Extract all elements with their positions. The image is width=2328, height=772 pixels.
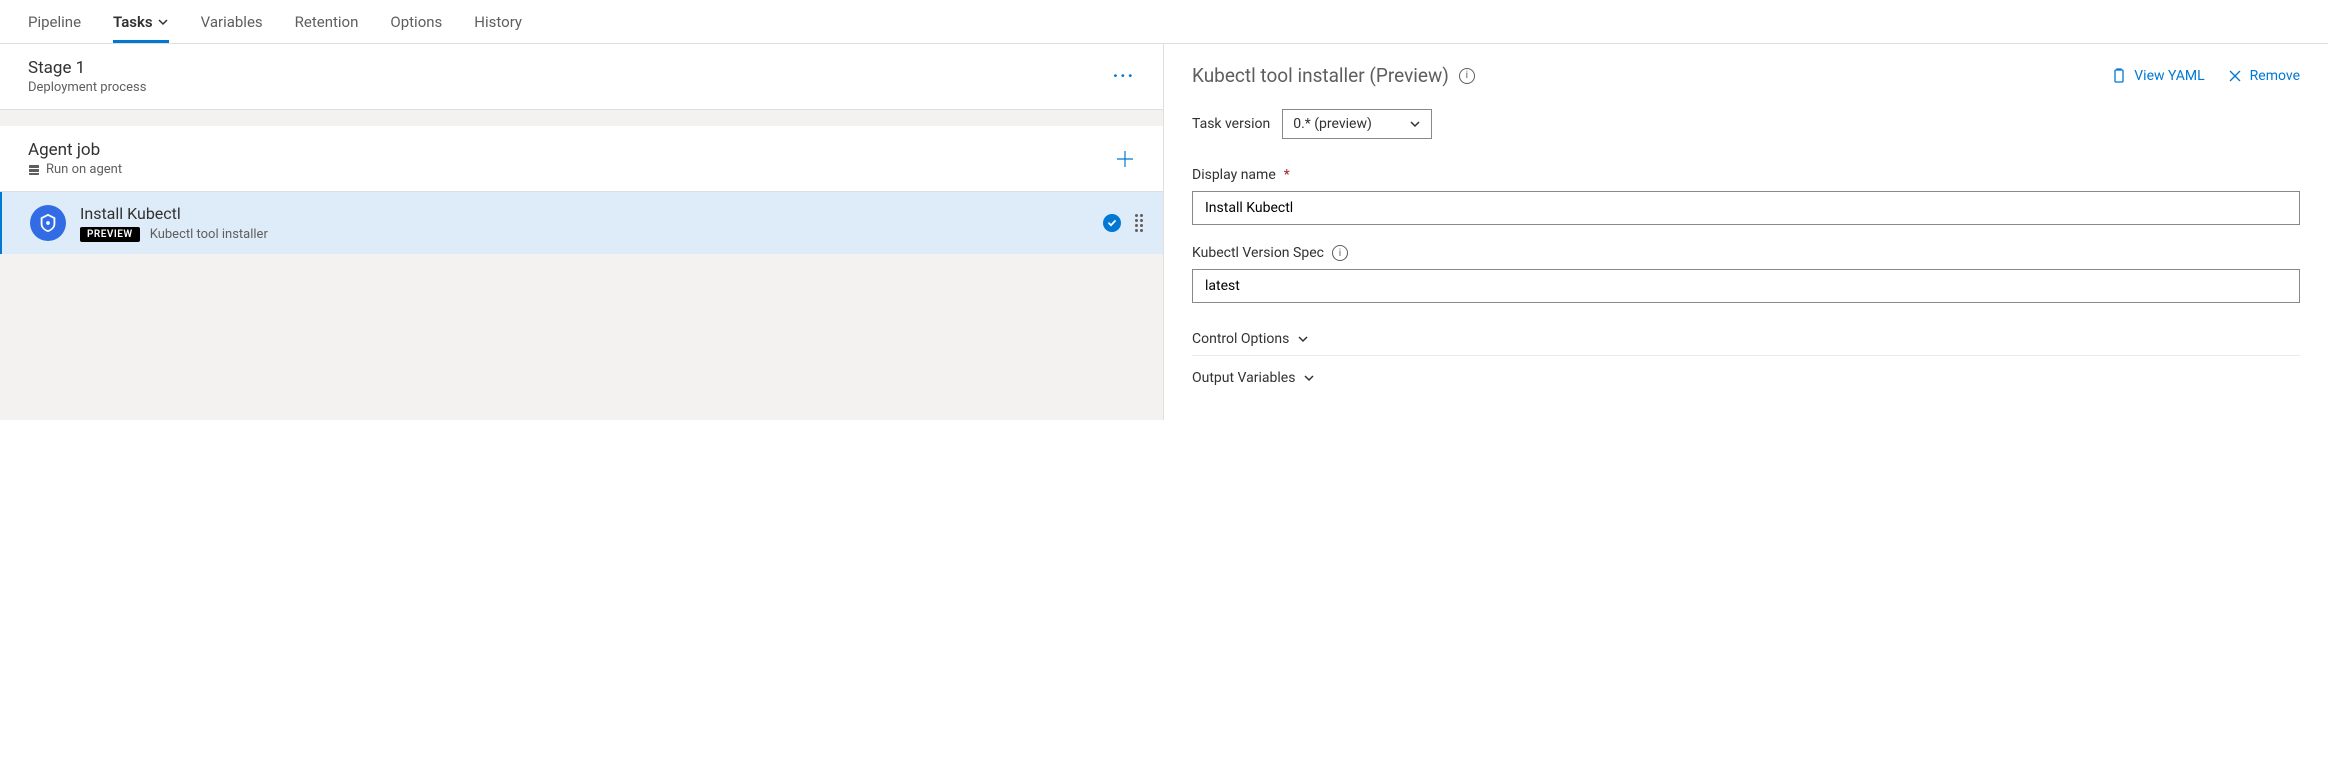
clipboard-icon [2111,68,2127,84]
info-icon[interactable]: i [1459,68,1475,84]
check-icon [1103,214,1121,232]
agent-job-row[interactable]: Agent job Run on agent [0,126,1163,192]
tab-retention[interactable]: Retention [295,0,359,43]
remove-label: Remove [2250,68,2300,84]
view-yaml-button[interactable]: View YAML [2111,68,2204,84]
more-actions-button[interactable]: ··· [1113,66,1135,87]
output-variables-toggle[interactable]: Output Variables [1192,362,2300,394]
chevron-down-icon [1297,333,1309,345]
add-task-button[interactable] [1115,149,1135,169]
tab-variables[interactable]: Variables [201,0,263,43]
task-version-value: 0.* (preview) [1293,116,1372,132]
chevron-down-icon [1409,118,1421,130]
tab-tasks[interactable]: Tasks [113,0,169,43]
agent-job-subtitle: Run on agent [46,162,122,177]
display-name-label-text: Display name [1192,167,1276,183]
tab-options[interactable]: Options [390,0,442,43]
view-yaml-label: View YAML [2134,68,2204,84]
tab-history[interactable]: History [474,0,522,43]
version-spec-input[interactable] [1192,269,2300,303]
tab-label: Options [390,13,442,31]
task-name: Install Kubectl [80,204,268,223]
stage-subtitle: Deployment process [28,80,146,95]
tab-pipeline[interactable]: Pipeline [28,0,81,43]
preview-badge: PREVIEW [80,227,140,242]
server-icon [28,164,40,176]
info-icon[interactable]: i [1332,245,1348,261]
version-spec-label-text: Kubectl Version Spec [1192,245,1324,261]
version-spec-label: Kubectl Version Spec i [1192,245,2300,261]
close-icon [2227,68,2243,84]
task-version-select[interactable]: 0.* (preview) [1282,109,1432,139]
control-options-label: Control Options [1192,331,1289,347]
stage-header: Stage 1 Deployment process ··· [0,44,1163,110]
tab-label: Retention [295,13,359,31]
control-options-toggle[interactable]: Control Options [1192,323,2300,356]
required-indicator: * [1284,167,1290,183]
drag-handle[interactable] [1135,214,1143,232]
chevron-down-icon [157,16,169,28]
tab-label: Variables [201,13,263,31]
task-description: Kubectl tool installer [150,227,268,242]
tab-bar: Pipeline Tasks Variables Retention Optio… [0,0,2328,44]
output-variables-label: Output Variables [1192,370,1295,386]
chevron-down-icon [1303,372,1315,384]
stage-title: Stage 1 [28,58,146,78]
tab-label: Pipeline [28,13,81,31]
detail-title: Kubectl tool installer (Preview) [1192,64,1449,87]
task-version-label: Task version [1192,116,1270,132]
agent-job-title: Agent job [28,140,122,160]
remove-button[interactable]: Remove [2227,68,2300,84]
display-name-label: Display name * [1192,167,2300,183]
kubernetes-icon [30,205,66,241]
tab-label: Tasks [113,13,153,31]
tab-label: History [474,13,522,31]
display-name-input[interactable] [1192,191,2300,225]
task-row-install-kubectl[interactable]: Install Kubectl PREVIEW Kubectl tool ins… [0,192,1163,254]
